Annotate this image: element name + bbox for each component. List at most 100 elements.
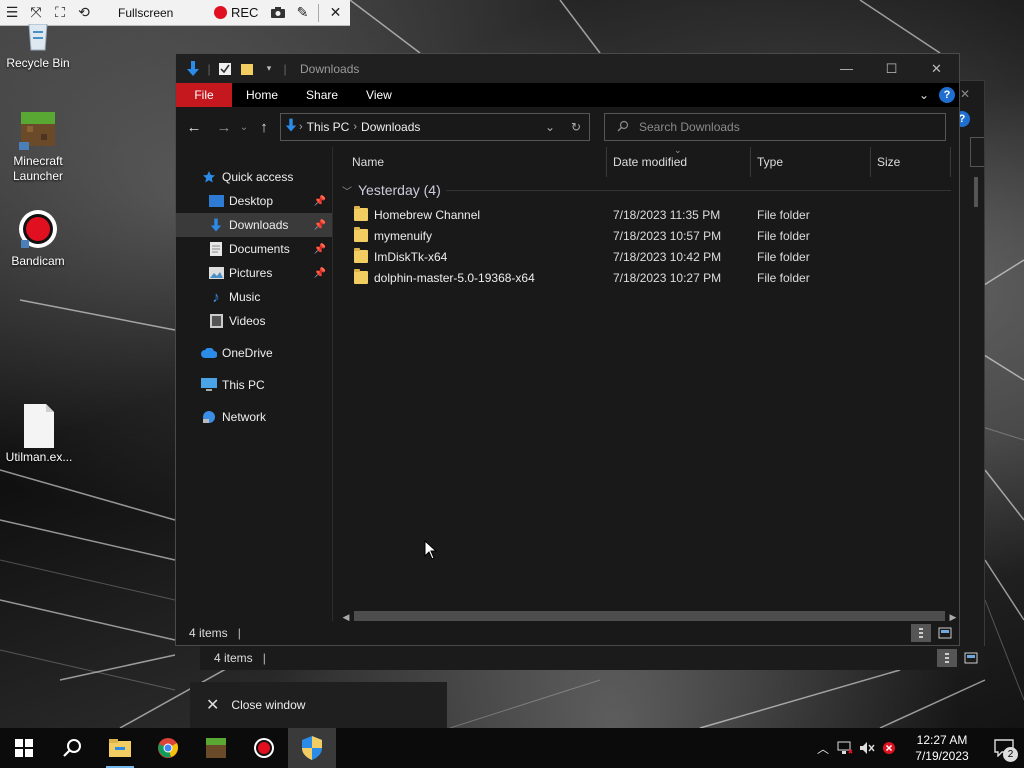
close-window-jumplist[interactable]: ✕ Close window <box>190 682 447 728</box>
taskbar-file-explorer[interactable] <box>96 728 144 768</box>
nav-videos[interactable]: Videos <box>176 309 332 333</box>
qa-separator: | <box>207 61 211 76</box>
close-button[interactable]: ✕ <box>914 54 959 83</box>
new-folder-icon[interactable] <box>238 60 256 78</box>
start-button[interactable] <box>0 728 48 768</box>
large-icons-view-icon[interactable] <box>935 624 955 642</box>
details-view-icon[interactable] <box>937 649 957 667</box>
nav-label: Videos <box>229 314 266 328</box>
desktop-icon-bandicam[interactable]: Bandicam <box>0 208 76 269</box>
search-box[interactable] <box>604 113 946 141</box>
search-input[interactable] <box>639 120 919 134</box>
breadcrumb-downloads[interactable]: Downloads <box>361 120 420 134</box>
nav-label: This PC <box>222 378 265 392</box>
camera-icon[interactable] <box>266 0 290 26</box>
clock[interactable]: 12:27 AM 7/19/2023 <box>906 732 978 764</box>
taskbar-bandicam[interactable] <box>240 728 288 768</box>
close-icon[interactable]: ✕ <box>960 87 970 101</box>
nav-network[interactable]: Network <box>176 405 332 429</box>
nav-label: Downloads <box>229 218 289 232</box>
help-icon[interactable]: ? <box>939 87 955 103</box>
desktop-icon-utilman[interactable]: Utilman.ex... <box>1 404 77 465</box>
vertical-scrollbar[interactable] <box>974 177 978 207</box>
table-row[interactable]: ImDiskTk-x64 7/18/2023 10:42 PM File fol… <box>334 246 959 267</box>
warning-icon[interactable] <box>878 741 900 755</box>
table-row[interactable]: Homebrew Channel 7/18/2023 11:35 PM File… <box>334 204 959 225</box>
address-bar[interactable]: › This PC › Downloads ⌄ ↻ <box>280 113 590 141</box>
rotate-icon[interactable]: ⟲ <box>72 0 96 26</box>
refresh-icon[interactable]: ↻ <box>563 120 589 134</box>
maximize-button[interactable]: ☐ <box>869 54 914 83</box>
expand-ribbon-chevron-icon[interactable]: ⌄ <box>919 88 929 102</box>
show-hidden-icons-chevron-icon[interactable]: ︿ <box>812 740 834 757</box>
tab-home[interactable]: Home <box>232 83 292 107</box>
nav-downloads[interactable]: Downloads 📌 <box>176 213 332 237</box>
back-arrow-icon[interactable]: ← <box>182 115 206 139</box>
tab-share[interactable]: Share <box>292 83 352 107</box>
nav-label: Desktop <box>229 194 274 208</box>
nav-quick-access[interactable]: Quick access <box>176 165 332 189</box>
volume-muted-icon[interactable] <box>856 741 878 755</box>
group-collapse-chevron-icon[interactable]: ﹀ <box>342 183 352 198</box>
notification-badge: 2 <box>1003 747 1018 762</box>
region-select-icon[interactable]: ⛶ <box>48 0 72 26</box>
network-icon[interactable] <box>834 741 856 755</box>
address-history-chevron-icon[interactable]: ⌄ <box>537 120 563 134</box>
large-icons-view-icon[interactable] <box>961 649 981 667</box>
shield-icon <box>302 736 322 760</box>
close-icon[interactable]: ✕ <box>323 0 347 26</box>
window-title: Downloads <box>300 61 360 76</box>
group-header[interactable]: ﹀ Yesterday (4) <box>334 179 959 201</box>
up-arrow-icon[interactable]: ↑ <box>252 115 276 139</box>
tab-view[interactable]: View <box>352 83 406 107</box>
folder-icon <box>354 248 368 263</box>
search-button[interactable] <box>48 728 96 768</box>
desktop-icon-recycle-bin[interactable]: Recycle Bin <box>0 23 76 71</box>
explorer-window[interactable]: | ▾ | Downloads — ☐ ✕ File Home Share Vi… <box>175 53 960 646</box>
desktop-icon-minecraft[interactable]: Minecraft Launcher <box>0 108 76 184</box>
details-view-icon[interactable] <box>911 624 931 642</box>
tab-file[interactable]: File <box>176 83 232 107</box>
pin-icon[interactable]: 📌 <box>314 220 326 231</box>
breadcrumb-chevron-icon[interactable]: › <box>353 121 357 133</box>
bandicam-icon <box>17 208 59 250</box>
properties-icon[interactable] <box>216 60 234 78</box>
taskbar-uac-shield[interactable] <box>288 728 336 768</box>
pencil-icon[interactable]: ✎ <box>290 0 314 26</box>
breadcrumb-chevron-icon[interactable]: › <box>299 121 303 133</box>
pin-icon[interactable]: 📌 <box>314 196 326 207</box>
documents-icon <box>208 241 224 257</box>
pin-icon[interactable]: 📌 <box>314 268 326 279</box>
nav-pictures[interactable]: Pictures 📌 <box>176 261 332 285</box>
customize-qa-chevron-icon[interactable]: ▾ <box>260 60 278 78</box>
column-header-size[interactable]: Size <box>871 147 951 177</box>
record-dot-icon[interactable] <box>214 6 227 19</box>
close-window-label: Close window <box>231 698 306 712</box>
column-header-name[interactable]: Name <box>334 147 607 177</box>
table-row[interactable]: dolphin-master-5.0-19368-x64 7/18/2023 1… <box>334 267 959 288</box>
title-bar[interactable]: | ▾ | Downloads — ☐ ✕ <box>176 54 959 83</box>
menu-icon[interactable]: ☰ <box>0 0 24 26</box>
column-header-type[interactable]: Type <box>751 147 871 177</box>
cloud-icon <box>201 345 217 361</box>
system-tray: ︿ 12:27 AM 7/19/2023 2 <box>812 728 1024 768</box>
file-rows: Homebrew Channel 7/18/2023 11:35 PM File… <box>334 204 959 288</box>
nav-onedrive[interactable]: OneDrive <box>176 341 332 365</box>
forward-arrow-icon[interactable]: → <box>212 115 236 139</box>
record-button[interactable]: REC <box>231 5 258 20</box>
taskbar-chrome[interactable] <box>144 728 192 768</box>
breadcrumb-this-pc[interactable]: This PC <box>307 120 350 134</box>
nav-desktop[interactable]: Desktop 📌 <box>176 189 332 213</box>
network-icon <box>201 409 217 425</box>
taskbar-minecraft[interactable] <box>192 728 240 768</box>
action-center-button[interactable]: 2 <box>984 728 1024 768</box>
table-row[interactable]: mymenuify 7/18/2023 10:57 PM File folder <box>334 225 959 246</box>
file-type: File folder <box>757 207 810 222</box>
recent-locations-chevron-icon[interactable]: ⌄ <box>236 115 252 139</box>
nav-music[interactable]: ♪ Music <box>176 285 332 309</box>
minimize-button[interactable]: — <box>824 54 869 83</box>
nav-this-pc[interactable]: This PC <box>176 373 332 397</box>
resize-icon[interactable]: ⤧ <box>24 0 48 26</box>
pin-icon[interactable]: 📌 <box>314 244 326 255</box>
nav-documents[interactable]: Documents 📌 <box>176 237 332 261</box>
